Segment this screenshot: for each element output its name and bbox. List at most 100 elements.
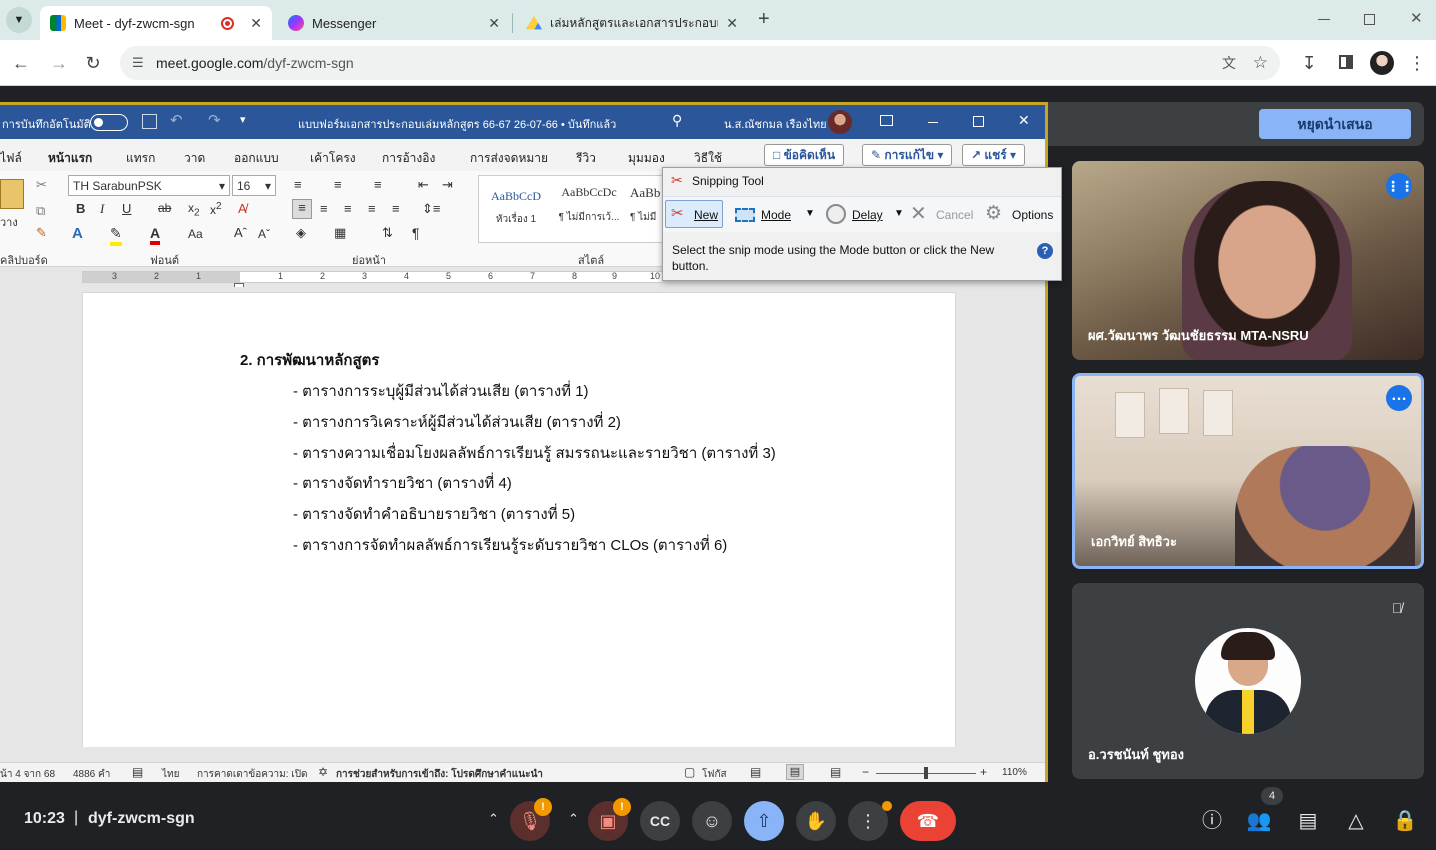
comments-button[interactable]: □ ข้อคิดเห็น [764,144,845,166]
activities-icon[interactable]: △ [1343,808,1369,834]
ribbon-display-icon[interactable] [880,115,893,126]
url-bar[interactable]: ☰ meet.google.com/dyf-zwcm-sgn 文 ☆ [120,46,1280,80]
status-page[interactable]: น้า 4 จาก 68 [0,767,55,782]
host-controls-icon[interactable]: 🔒 [1392,808,1418,834]
menu-references[interactable]: การอ้างอิง [382,149,435,168]
shrink-font-icon[interactable]: Aˇ [258,227,270,241]
borders-icon[interactable]: ▦ [334,225,346,241]
cancel-button[interactable]: Cancel [936,208,973,222]
undo-icon[interactable]: ↶ [170,111,183,129]
meeting-info-icon[interactable]: ⓘ [1199,808,1225,834]
editing-button[interactable]: ✎ การแก้ไข ▾ [862,144,953,166]
strikethrough-button[interactable]: ab [158,201,171,215]
multilevel-list-icon[interactable]: ≡ [374,177,382,192]
minimize-icon[interactable] [1318,19,1330,20]
participant-tile[interactable]: ⋮⋮ ผศ.วัฒนาพร วัฒนชัยธรรม MTA-NSRU [1072,161,1424,360]
word-maximize-icon[interactable] [973,116,984,127]
copy-icon[interactable]: ⧉ [36,203,45,219]
site-info-icon[interactable]: ☰ [132,46,144,80]
read-mode-icon[interactable]: ▤ [750,765,761,779]
share-button[interactable]: ↗ แชร์ ▾ [962,144,1026,166]
zoom-out-icon[interactable]: − [862,765,869,779]
word-user-avatar[interactable] [828,110,852,134]
menu-mailings[interactable]: การส่งจดหมาย [470,149,548,168]
new-tab-button[interactable]: + [758,8,770,31]
doc-bullet[interactable]: - ตารางการระบุผู้มีส่วนได้ส่วนเสีย (ตารา… [293,379,589,403]
change-case-icon[interactable]: Aa [188,227,203,241]
participant-tile[interactable]: … เอกวิทย์ สิทธิวะ [1072,373,1424,569]
download-icon[interactable]: ↧ [1296,50,1322,76]
bullets-icon[interactable]: ≡ [294,177,302,192]
font-size-box[interactable]: 16 ▾ [232,175,276,196]
font-color-icon[interactable]: A [150,225,161,245]
leave-call-button[interactable]: ☎ [900,801,956,841]
redo-icon[interactable]: ↷ [208,111,221,129]
word-minimize-icon[interactable] [928,122,938,123]
paste-label[interactable]: วาง [0,213,18,231]
people-icon[interactable]: 👥 [1246,808,1272,834]
translate-icon[interactable]: 文 [1222,46,1236,80]
web-layout-icon[interactable]: ▤ [830,765,841,779]
tab-search-button[interactable]: ▼ [6,7,32,33]
document-title[interactable]: แบบฟอร์มเอกสารประกอบเล่มหลักสูตร 66-67 2… [298,115,616,133]
clear-format-icon[interactable]: A̸ [238,201,247,216]
format-painter-icon[interactable]: ✎ [36,225,47,241]
accessibility-icon[interactable]: ✡ [318,765,328,779]
text-effects-icon[interactable]: A [72,225,83,242]
show-marks-icon[interactable]: ¶ [412,225,420,241]
close-icon[interactable]: ✕ [726,15,738,32]
word-close-icon[interactable]: ✕ [1018,112,1030,129]
close-icon[interactable]: ✕ [488,15,500,32]
status-words[interactable]: 4886 คำ [73,767,110,782]
delay-dropdown-icon[interactable]: ▼ [894,208,904,219]
help-icon[interactable]: ? [1037,243,1053,259]
underline-button[interactable]: U [122,201,131,216]
emoji-icon[interactable]: ☺ [692,801,732,841]
present-screen-icon[interactable]: ⇧ [744,801,784,841]
captions-icon[interactable]: CC [640,801,680,841]
doc-bullet[interactable]: - ตารางจัดทำคำอธิบายรายวิชา (ตารางที่ 5) [293,502,575,526]
back-icon[interactable]: ← [8,50,34,76]
decrease-indent-icon[interactable]: ⇤ [418,177,429,193]
justify-icon[interactable]: ≡ [368,201,376,216]
doc-bullet[interactable]: - ตารางการจัดทำผลลัพธ์การเรียนรู้ระดับรา… [293,533,727,557]
style-heading-1[interactable]: AaBbCcD หัวเรื่อง 1 [486,189,546,227]
side-panel-icon[interactable] [1333,50,1359,76]
sort-icon[interactable]: ⇅ [382,225,393,241]
forward-icon[interactable]: → [46,50,72,76]
doc-bullet[interactable]: - ตารางจัดทำรายวิชา (ตารางที่ 4) [293,471,512,495]
status-focus[interactable]: โฟกัส [702,767,727,782]
menu-draw[interactable]: วาด [184,149,205,168]
tab-drive[interactable]: เล่มหลักสูตรและเอกสารประกอบเล่มห ✕ [516,6,748,40]
autosave-toggle[interactable] [90,114,128,131]
menu-design[interactable]: ออกแบบ [234,149,279,168]
print-layout-icon[interactable]: ▤ [786,764,804,780]
status-accessibility[interactable]: การช่วยสำหรับการเข้าถึง: โปรดศึกษาคำแนะน… [336,767,543,782]
browser-menu-icon[interactable]: ⋮ [1404,50,1430,76]
menu-file[interactable]: ไฟล์ [0,149,22,168]
proofing-icon[interactable]: ▤ [132,765,143,779]
document-page[interactable]: 2. การพัฒนาหลักสูตร - ตารางการระบุผู้มีส… [82,292,956,747]
subscript-button[interactable]: x2 [188,201,200,218]
participant-tile[interactable]: 🎙̸ อ.วรชนันท์ ชูทอง [1072,583,1424,779]
font-name-box[interactable]: TH SarabunPSK ▾ [68,175,230,196]
increase-indent-icon[interactable]: ⇥ [442,177,453,193]
bold-button[interactable]: B [76,201,85,216]
menu-layout[interactable]: เค้าโครง [310,149,356,168]
line-spacing-icon[interactable]: ⇕≡ [422,201,440,217]
menu-view[interactable]: มุมมอง [628,149,665,168]
align-left-icon[interactable]: ≡ [292,199,312,219]
audio-settings-chevron-icon[interactable]: ⌃ [488,811,499,827]
status-language[interactable]: ไทย [162,767,179,782]
mode-button[interactable]: Mode [761,208,791,222]
shading-icon[interactable]: ◈ [296,225,306,241]
save-icon[interactable] [142,114,157,129]
doc-bullet[interactable]: - ตารางความเชื่อมโยงผลลัพธ์การเรียนรู้ ส… [293,441,776,465]
document-pane[interactable]: 2. การพัฒนาหลักสูตร - ตารางการระบุผู้มีส… [0,287,1045,747]
mode-dropdown-icon[interactable]: ▼ [805,208,815,219]
raise-hand-icon[interactable]: ✋ [796,801,836,841]
delay-button[interactable]: Delay [852,208,883,222]
style-normal[interactable]: AaBb ¶ ไม่มี [630,185,666,225]
video-settings-chevron-icon[interactable]: ⌃ [568,811,579,827]
word-search-icon[interactable]: ⚲ [672,112,682,129]
